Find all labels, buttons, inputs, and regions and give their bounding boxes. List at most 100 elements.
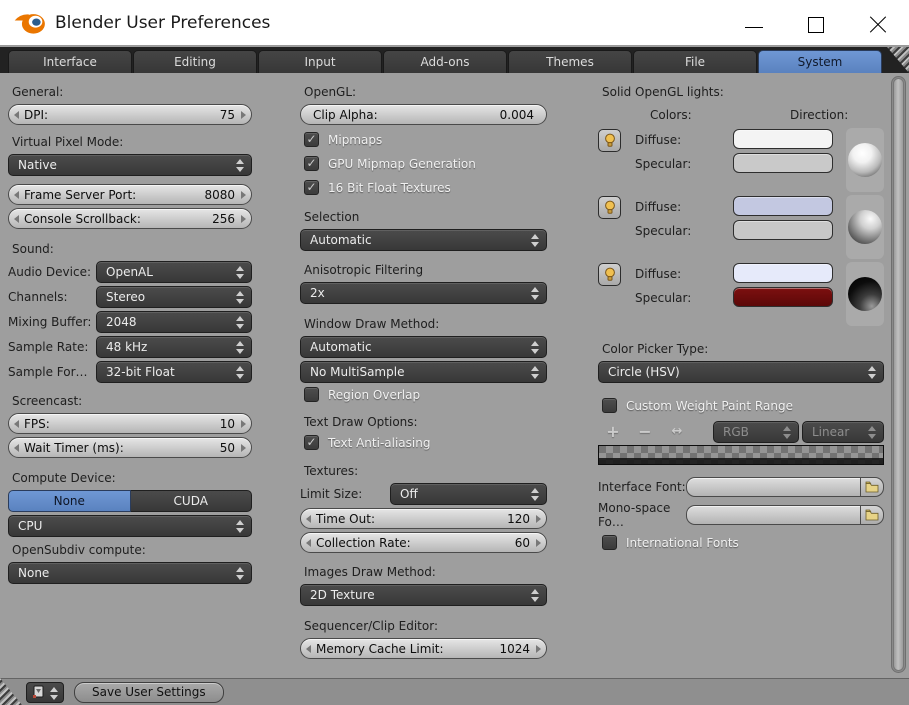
- memory-cache-slider[interactable]: Memory Cache Limit: 1024: [300, 638, 547, 659]
- sample-format-dropdown[interactable]: 32-bit Float: [96, 361, 252, 383]
- fps-slider[interactable]: FPS: 10: [8, 413, 252, 434]
- decrement-arrow-icon[interactable]: [14, 191, 19, 199]
- console-scrollback-slider[interactable]: Console Scrollback: 256: [8, 208, 252, 229]
- checkmark-icon: ✓: [304, 132, 319, 147]
- channels-dropdown[interactable]: Stereo: [96, 286, 252, 308]
- maximize-button[interactable]: [785, 0, 847, 46]
- colorband-interpolation-dropdown[interactable]: Linear: [802, 421, 884, 443]
- frame-server-port-slider[interactable]: Frame Server Port: 8080: [8, 184, 252, 205]
- region-overlap-checkbox[interactable]: Region Overlap: [304, 386, 547, 403]
- specular-color-swatch[interactable]: [733, 153, 833, 173]
- save-user-settings-button[interactable]: Save User Settings: [74, 681, 224, 703]
- tab-themes[interactable]: Themes: [508, 50, 632, 73]
- float-textures-checkbox[interactable]: ✓ 16 Bit Float Textures: [304, 179, 547, 196]
- blender-logo-icon: [14, 13, 45, 34]
- increment-arrow-icon[interactable]: [241, 420, 246, 428]
- tab-system[interactable]: System: [758, 50, 882, 73]
- light-direction-widget[interactable]: [846, 262, 884, 326]
- folder-icon: [865, 509, 879, 521]
- international-fonts-checkbox[interactable]: International Fonts: [602, 534, 884, 551]
- limit-size-dropdown[interactable]: Off: [390, 483, 547, 505]
- dpi-slider[interactable]: DPI: 75: [8, 104, 252, 125]
- clip-alpha-slider[interactable]: Clip Alpha: 0.004: [300, 104, 547, 125]
- decrement-arrow-icon[interactable]: [306, 515, 311, 523]
- tab-editing[interactable]: Editing: [133, 50, 257, 73]
- weight-colorband[interactable]: [598, 445, 884, 465]
- light-toggle-button[interactable]: [598, 263, 621, 286]
- diffuse-color-swatch[interactable]: [733, 196, 833, 216]
- anisotropic-dropdown[interactable]: 2x: [300, 282, 547, 304]
- light-toggle-button[interactable]: [598, 129, 621, 152]
- sample-rate-dropdown[interactable]: 48 kHz: [96, 336, 252, 358]
- decrement-arrow-icon[interactable]: [14, 444, 19, 452]
- decrement-arrow-icon[interactable]: [306, 539, 311, 547]
- direction-sphere-icon: [848, 143, 882, 177]
- interface-font-field[interactable]: [686, 477, 860, 497]
- decrement-arrow-icon[interactable]: [14, 215, 19, 223]
- gpu-mipmap-checkbox[interactable]: ✓ GPU Mipmap Generation: [304, 155, 547, 172]
- direction-sphere-icon: [848, 210, 882, 244]
- tab-file[interactable]: File: [633, 50, 757, 73]
- collection-rate-slider[interactable]: Collection Rate: 60: [300, 532, 547, 553]
- flip-colorband-button[interactable]: ↔: [664, 421, 690, 443]
- minimize-button[interactable]: [723, 0, 785, 46]
- scrollbar-thumb[interactable]: [893, 78, 904, 671]
- mixing-buffer-dropdown[interactable]: 2048: [96, 311, 252, 333]
- audio-device-dropdown[interactable]: OpenAL: [96, 261, 252, 283]
- increment-arrow-icon[interactable]: [241, 191, 246, 199]
- decrement-arrow-icon[interactable]: [306, 645, 311, 653]
- tab-input[interactable]: Input: [258, 50, 382, 73]
- increment-arrow-icon[interactable]: [241, 444, 246, 452]
- tab-interface[interactable]: Interface: [8, 50, 132, 73]
- increment-arrow-icon[interactable]: [241, 111, 246, 119]
- tab-addons[interactable]: Add-ons: [383, 50, 507, 73]
- increment-arrow-icon[interactable]: [536, 515, 541, 523]
- sample-rate-row: Sample Rate: 48 kHz: [8, 336, 252, 358]
- colorband-color-mode-dropdown[interactable]: RGB: [713, 421, 799, 443]
- updown-arrows-icon: [236, 266, 245, 280]
- virtual-pixel-mode-dropdown[interactable]: Native: [8, 154, 252, 176]
- color-picker-type-dropdown[interactable]: Circle (HSV): [598, 361, 884, 383]
- close-button[interactable]: [847, 0, 909, 46]
- updown-arrows-icon: [236, 366, 245, 380]
- compute-cuda-button[interactable]: CUDA: [130, 490, 252, 512]
- text-antialiasing-checkbox[interactable]: ✓ Text Anti-aliasing: [304, 434, 547, 451]
- diffuse-color-swatch[interactable]: [733, 129, 833, 149]
- multisample-dropdown[interactable]: No MultiSample: [300, 361, 547, 383]
- images-draw-dropdown[interactable]: 2D Texture: [300, 584, 547, 606]
- time-out-slider[interactable]: Time Out: 120: [300, 508, 547, 529]
- monospace-font-field[interactable]: [686, 505, 860, 525]
- increment-arrow-icon[interactable]: [536, 645, 541, 653]
- add-stop-button[interactable]: +: [600, 421, 626, 443]
- compute-none-button[interactable]: None: [8, 490, 131, 512]
- editor-type-selector[interactable]: [26, 681, 64, 703]
- monospace-font-browse-button[interactable]: [860, 505, 884, 525]
- wait-timer-slider[interactable]: Wait Timer (ms): 50: [8, 437, 252, 458]
- light-direction-widget[interactable]: [846, 195, 884, 259]
- increment-arrow-icon[interactable]: [241, 215, 246, 223]
- specular-color-swatch[interactable]: [733, 287, 833, 307]
- interface-font-browse-button[interactable]: [860, 477, 884, 497]
- light-direction-widget[interactable]: [846, 128, 884, 192]
- remove-stop-button[interactable]: −: [632, 421, 658, 443]
- decrement-arrow-icon[interactable]: [14, 420, 19, 428]
- specular-color-swatch[interactable]: [733, 220, 833, 240]
- diffuse-color-swatch[interactable]: [733, 263, 833, 283]
- screencast-section-label: Screencast:: [12, 394, 83, 408]
- color-picker-type-label: Color Picker Type:: [602, 342, 709, 356]
- limit-size-row: Limit Size: Off: [300, 483, 547, 505]
- mipmaps-checkbox[interactable]: ✓ Mipmaps: [304, 131, 547, 148]
- general-section-label: General:: [12, 85, 64, 99]
- selection-dropdown[interactable]: Automatic: [300, 229, 547, 251]
- images-draw-label: Images Draw Method:: [304, 565, 436, 579]
- updown-arrows-icon: [868, 366, 877, 380]
- weight-paint-range-checkbox[interactable]: Custom Weight Paint Range: [602, 397, 884, 414]
- vertical-scrollbar[interactable]: [891, 76, 906, 673]
- increment-arrow-icon[interactable]: [536, 539, 541, 547]
- compute-device-dropdown[interactable]: CPU: [8, 515, 252, 537]
- window-draw-dropdown[interactable]: Automatic: [300, 336, 547, 358]
- opensubdiv-dropdown[interactable]: None: [8, 562, 252, 584]
- updown-arrows-icon: [531, 287, 540, 301]
- decrement-arrow-icon[interactable]: [14, 111, 19, 119]
- light-toggle-button[interactable]: [598, 196, 621, 219]
